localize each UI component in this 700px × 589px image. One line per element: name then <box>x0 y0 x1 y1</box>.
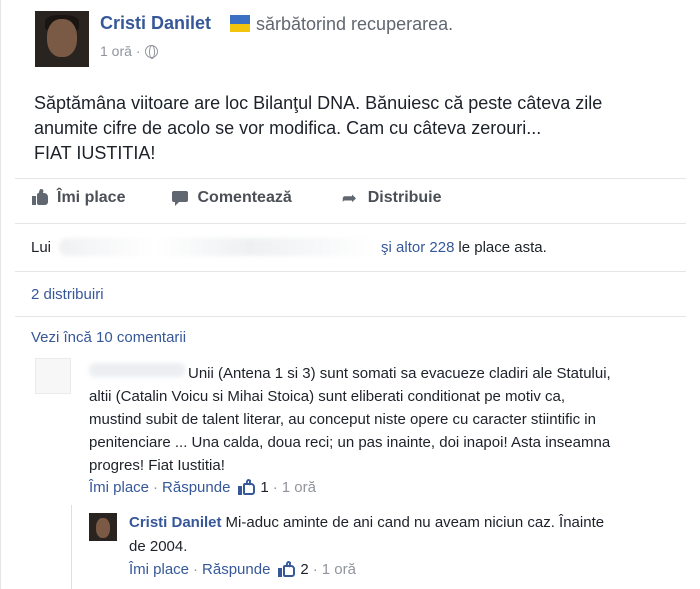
ukraine-flag-icon <box>230 15 250 32</box>
likes-summary: Lui şi altor 228 le place asta. <box>31 238 547 256</box>
post-body: Săptămâna viitoare are loc Bilanţul DNA.… <box>34 91 674 166</box>
likes-suffix: le place asta. <box>458 238 547 256</box>
comment-button[interactable]: Comentează <box>171 189 292 207</box>
reply-line: de 2004. <box>129 538 188 555</box>
likes-others-link[interactable]: şi altor 228 <box>381 239 454 256</box>
reply-like-link[interactable]: Îmi place <box>129 561 189 578</box>
author-avatar[interactable] <box>35 11 89 67</box>
separator: · <box>272 479 278 496</box>
comment-timestamp[interactable]: 1 oră <box>282 479 316 496</box>
thumbs-up-icon <box>31 188 49 206</box>
reply-actions: Îmi place · Răspunde 2 · 1 oră <box>129 560 356 578</box>
comment-icon <box>171 190 189 206</box>
redacted-names <box>59 238 378 256</box>
globe-icon[interactable] <box>144 44 158 59</box>
reply-author-avatar[interactable] <box>89 513 117 541</box>
comment-line: Unii (Antena 1 si 3) sunt somati sa evac… <box>188 365 611 382</box>
comment-label: Comentează <box>197 189 292 206</box>
meta-separator: · <box>135 43 141 59</box>
thumbs-up-icon <box>238 478 256 496</box>
thumbs-up-icon <box>278 560 296 578</box>
post-activity: sărbătorind recuperarea. <box>256 14 454 34</box>
comment-line: mustind subit de talent literar, au conc… <box>89 411 596 428</box>
likes-prefix: Lui <box>31 238 52 256</box>
divider <box>15 223 686 224</box>
divider <box>15 316 686 317</box>
reply-author-name[interactable]: Cristi Danilet <box>129 514 222 531</box>
comment-line: progres! Fiat Iustitia! <box>89 457 225 474</box>
avatar-face <box>47 19 77 57</box>
post-text-line: anumite cifre de acolo se vor modifica. … <box>34 118 542 138</box>
divider <box>15 178 686 179</box>
share-label: Distribuie <box>367 189 442 206</box>
reply-reply-link[interactable]: Răspunde <box>202 561 270 578</box>
divider <box>15 271 686 272</box>
comment-reply-link[interactable]: Răspunde <box>162 479 230 496</box>
post-text-line: Săptămâna viitoare are loc Bilanţul DNA.… <box>34 93 603 113</box>
comment-line: penitenciare ... Una calda, doua reci; u… <box>89 434 611 451</box>
comment-line: altii (Catalin Voicu si Mihai Stoica) su… <box>89 388 566 405</box>
reply-line: Mi-aduc aminte de ani cand nu aveam nici… <box>225 514 605 531</box>
reply-thread-line <box>71 505 72 589</box>
comment-body: Unii (Antena 1 si 3) sunt somati sa evac… <box>89 362 684 477</box>
post-text-line: FIAT IUSTITIA! <box>34 143 156 163</box>
comment-like-link[interactable]: Îmi place <box>89 479 149 496</box>
reply-like-count[interactable]: 2 <box>300 561 308 578</box>
separator: · <box>312 561 318 578</box>
facebook-post: Cristi Danilet sărbătorind recuperarea. … <box>0 0 700 589</box>
share-arrow-icon: ➦ <box>341 188 357 208</box>
share-button[interactable]: ➦ Distribuie <box>342 189 442 207</box>
view-more-comments-link[interactable]: Vezi încă 10 comentarii <box>31 329 186 346</box>
comment-actions: Îmi place · Răspunde 1 · 1 oră <box>89 478 316 496</box>
commenter-avatar[interactable] <box>35 358 71 394</box>
separator: · <box>153 479 159 496</box>
reply-body: Cristi Danilet Mi-aduc aminte de ani cand… <box>129 511 689 559</box>
reply-timestamp[interactable]: 1 oră <box>322 561 356 578</box>
like-label: Îmi place <box>57 189 126 206</box>
separator: · <box>193 561 199 578</box>
shares-count-link[interactable]: 2 distribuiri <box>31 286 104 303</box>
post-timestamp[interactable]: 1 oră <box>100 43 132 59</box>
like-button[interactable]: Îmi place <box>31 188 126 207</box>
comment-like-count[interactable]: 1 <box>260 479 268 496</box>
post-actions-bar: Îmi place Comentează ➦ Distribuie <box>31 188 442 207</box>
post-author-name[interactable]: Cristi Danilet <box>100 13 211 34</box>
post-meta: 1 oră · <box>100 43 158 59</box>
